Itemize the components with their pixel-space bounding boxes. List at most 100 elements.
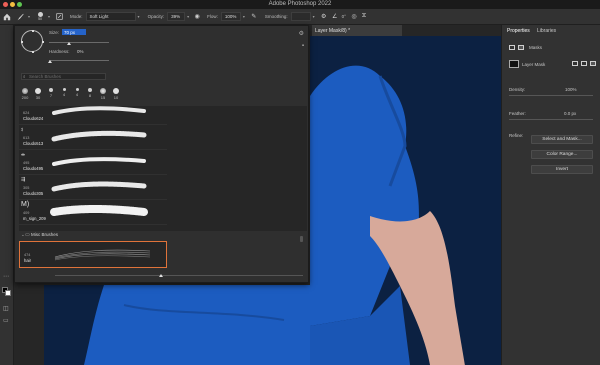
hardness-slider-thumb[interactable] bbox=[48, 60, 52, 63]
brush-angle-roundness-widget[interactable] bbox=[21, 30, 44, 53]
brush-number: 305 bbox=[23, 186, 30, 190]
quick-mask-icon[interactable]: ◫ bbox=[3, 305, 9, 312]
smoothing-options-gear-icon[interactable]: ⚙ bbox=[319, 13, 329, 20]
search-brushes-input[interactable]: ⌕ Search Brushes bbox=[21, 73, 106, 80]
chevron-down-icon[interactable]: ▾ bbox=[187, 14, 189, 19]
mode-select[interactable]: Soft Light bbox=[85, 12, 136, 21]
document-tab[interactable]: Layer Mask/8) * bbox=[312, 25, 402, 36]
hardness-slider[interactable] bbox=[49, 60, 109, 61]
pressure-opacity-icon[interactable]: ◉ bbox=[193, 13, 201, 20]
brush-settings-panel-icon[interactable] bbox=[54, 13, 64, 20]
preview-size-slider-thumb[interactable] bbox=[159, 274, 163, 277]
brush-name: hair bbox=[24, 258, 31, 263]
recent-brush[interactable]: 4 bbox=[71, 88, 83, 97]
list-item[interactable]: M) 409 m_sign_209 bbox=[19, 200, 167, 225]
density-slider[interactable] bbox=[509, 95, 593, 96]
recent-brush[interactable]: 200 bbox=[19, 88, 31, 100]
list-item[interactable]: ⥈ 495 Cloudo495 bbox=[19, 150, 167, 175]
airbrush-icon[interactable]: ✎ bbox=[249, 13, 259, 20]
brush-thumbnail-icon: ⇶ bbox=[21, 177, 26, 183]
brush-tool-icon[interactable] bbox=[14, 13, 26, 21]
add-preset-icon[interactable]: ▪ bbox=[302, 43, 304, 49]
angle-value[interactable]: 0° bbox=[342, 14, 346, 19]
brush-name: m_sign_209 bbox=[23, 216, 46, 221]
pixel-mask-icon[interactable] bbox=[509, 45, 515, 50]
brush-preset-picker-button[interactable]: 50 bbox=[34, 12, 46, 21]
screen-mode-icon[interactable]: ▭ bbox=[3, 317, 9, 324]
opacity-field[interactable]: 39% bbox=[167, 12, 186, 21]
size-slider[interactable] bbox=[49, 42, 109, 43]
selected-brush-item[interactable]: 474 hair bbox=[19, 241, 167, 268]
recent-brush[interactable]: 30 bbox=[32, 88, 44, 100]
brush-group-label: Misc Brushes bbox=[31, 232, 59, 237]
recent-brush[interactable]: 15 bbox=[97, 88, 109, 100]
recent-brush-size: 8 bbox=[88, 93, 92, 98]
brush-name: Cloudo624 bbox=[23, 116, 44, 121]
recent-brush[interactable]: 4 bbox=[58, 88, 70, 97]
roundness-handle-bottom[interactable] bbox=[32, 51, 34, 53]
brush-thumbnail-icon: ⥑ bbox=[21, 127, 24, 133]
recent-brush-size: 4 bbox=[62, 92, 66, 97]
recent-brush[interactable]: 7 bbox=[45, 88, 57, 98]
brush-stroke-preview bbox=[54, 249, 151, 261]
density-value[interactable]: 100% bbox=[565, 87, 577, 92]
edit-toolbar-icon[interactable]: ⋯ bbox=[3, 273, 9, 280]
color-range-button[interactable]: Color Range... bbox=[531, 150, 593, 159]
add-pixel-mask-icon[interactable] bbox=[590, 61, 596, 66]
symmetry-icon[interactable]: ⧖ bbox=[359, 13, 369, 20]
smoothing-field[interactable] bbox=[290, 12, 311, 21]
chevron-down-icon[interactable]: ▾ bbox=[48, 14, 50, 19]
brush-group-row[interactable]: ⌄ ▭ Misc Brushes bbox=[19, 231, 307, 240]
add-vector-mask-icon[interactable] bbox=[581, 61, 587, 66]
hardness-value[interactable]: 0% bbox=[77, 49, 84, 54]
chevron-down-icon[interactable]: ▾ bbox=[313, 14, 315, 19]
hardness-label: Hardness: bbox=[49, 49, 70, 54]
preview-size-slider[interactable] bbox=[55, 275, 303, 276]
hard-round-brush-icon bbox=[35, 88, 41, 94]
recent-brush-size: 30 bbox=[35, 95, 41, 100]
flow-field[interactable]: 100% bbox=[220, 12, 241, 21]
small-round-brush-icon bbox=[75, 88, 79, 91]
app-title: Adobe Photoshop 2022 bbox=[268, 1, 332, 7]
list-item[interactable]: ⥑ 613 Cloudo513 bbox=[19, 125, 167, 150]
recent-brush[interactable]: 10 bbox=[110, 88, 122, 100]
brush-stroke-preview bbox=[52, 106, 146, 115]
select-mask-icon[interactable] bbox=[572, 61, 578, 66]
layer-mask-thumbnail[interactable] bbox=[509, 60, 519, 68]
angle-handle-right[interactable] bbox=[42, 41, 44, 43]
feather-slider[interactable] bbox=[509, 119, 593, 120]
roundness-handle-top[interactable] bbox=[32, 30, 34, 32]
angle-icon[interactable]: ∠ bbox=[329, 13, 341, 20]
list-item[interactable]: 624 Cloudo624 bbox=[19, 106, 167, 125]
gear-icon[interactable]: ⚙ bbox=[299, 30, 304, 37]
list-item[interactable]: ⇶ 305 Cloudo305 bbox=[19, 175, 167, 200]
invert-button[interactable]: Invert bbox=[531, 165, 593, 174]
pressure-size-icon[interactable]: ◎ bbox=[349, 13, 359, 20]
smoothing-label: Smoothing: bbox=[264, 14, 288, 19]
angle-handle-left[interactable] bbox=[21, 41, 23, 43]
recent-brush[interactable]: 8 bbox=[84, 88, 96, 98]
feather-value[interactable]: 0.0 px bbox=[564, 111, 576, 116]
brush-name: Cloudo305 bbox=[23, 191, 44, 196]
chevron-down-icon[interactable]: ▾ bbox=[138, 14, 140, 19]
size-field[interactable]: 70 px bbox=[62, 29, 86, 35]
brush-settings-section: Size: 70 px Hardness: 0% ⚙ ▪ ⌕ Search Br… bbox=[15, 26, 308, 84]
brush-list-scrollbar[interactable] bbox=[300, 236, 303, 242]
select-and-mask-button[interactable]: Select and Mask... bbox=[531, 135, 593, 144]
brush-number: 495 bbox=[23, 161, 30, 165]
chevron-down-icon[interactable]: ▾ bbox=[243, 14, 245, 19]
vector-mask-icon[interactable] bbox=[518, 45, 524, 50]
hard-round-brush-icon bbox=[113, 88, 119, 94]
chevron-down-icon[interactable]: ▾ bbox=[28, 14, 30, 19]
home-icon[interactable] bbox=[0, 13, 14, 21]
brush-stroke-preview bbox=[51, 130, 147, 142]
photo-canvas[interactable] bbox=[310, 36, 510, 365]
background-color-swatch[interactable] bbox=[5, 290, 11, 296]
tab-libraries[interactable]: Libraries bbox=[537, 28, 556, 34]
tab-properties[interactable]: Properties bbox=[507, 28, 530, 34]
brush-number: 613 bbox=[23, 136, 30, 140]
size-slider-thumb[interactable] bbox=[67, 42, 71, 45]
brush-name: Cloudo513 bbox=[23, 141, 44, 146]
recent-brush-size: 7 bbox=[49, 93, 53, 98]
size-label: Size: bbox=[49, 30, 60, 35]
